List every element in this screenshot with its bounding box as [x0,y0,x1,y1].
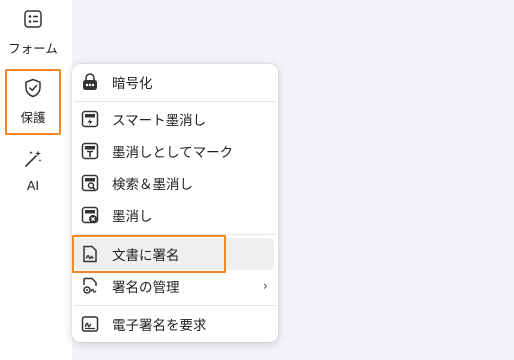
form-icon [24,10,42,28]
manage-signatures-icon [83,277,97,294]
menu-item-request-esign[interactable]: 電子署名を要求 [72,309,278,339]
menu-item-label: 電子署名を要求 [112,318,207,334]
protect-dropdown-menu: 暗号化 スマート墨消し 墨消しとしてマーク 検索＆墨消し 墨消し 文書に署名 署… [72,64,278,342]
chevron-right-icon: › [262,278,268,294]
menu-item-mark-redaction[interactable]: 墨消しとしてマーク [72,136,278,166]
sidebar-item-protect[interactable]: 保護 [5,69,61,135]
smart-redact-icon [81,110,99,128]
magic-wand-icon [25,150,42,167]
sidebar-item-label: フォーム [8,41,58,56]
menu-item-label: 文書に署名 [112,248,180,264]
sidebar-item-label: 保護 [20,110,46,125]
sidebar-item-ai[interactable]: AI [4,148,62,194]
shield-check-icon [25,78,41,98]
menu-item-search-redact[interactable]: 検索＆墨消し [72,168,278,198]
request-esign-icon [81,316,99,332]
sidebar-item-label: AI [26,178,40,193]
menu-item-manage-signatures[interactable]: 署名の管理 › [72,271,278,301]
menu-item-smart-redact[interactable]: スマート墨消し [72,104,278,134]
menu-divider [74,305,276,306]
menu-item-label: 暗号化 [112,76,153,92]
menu-divider [74,101,276,102]
menu-item-sign-document[interactable]: 文書に署名 [72,238,278,270]
sidebar-item-forms[interactable]: フォーム [4,6,62,62]
menu-item-label: 墨消し [112,209,153,225]
left-toolbar: フォーム 保護 AI [0,0,72,360]
menu-item-redact[interactable]: 墨消し [72,200,278,230]
lock-icon [83,73,97,90]
menu-item-encrypt[interactable]: 暗号化 [72,67,278,97]
mark-redaction-icon [81,142,99,160]
menu-item-label: 墨消しとしてマーク [112,145,234,161]
menu-divider [74,234,276,235]
menu-item-label: スマート墨消し [112,113,207,129]
sign-document-icon [83,245,97,263]
search-redact-icon [81,174,99,192]
redact-icon [81,206,99,224]
menu-item-label: 署名の管理 [112,280,180,296]
menu-item-label: 検索＆墨消し [112,177,193,193]
